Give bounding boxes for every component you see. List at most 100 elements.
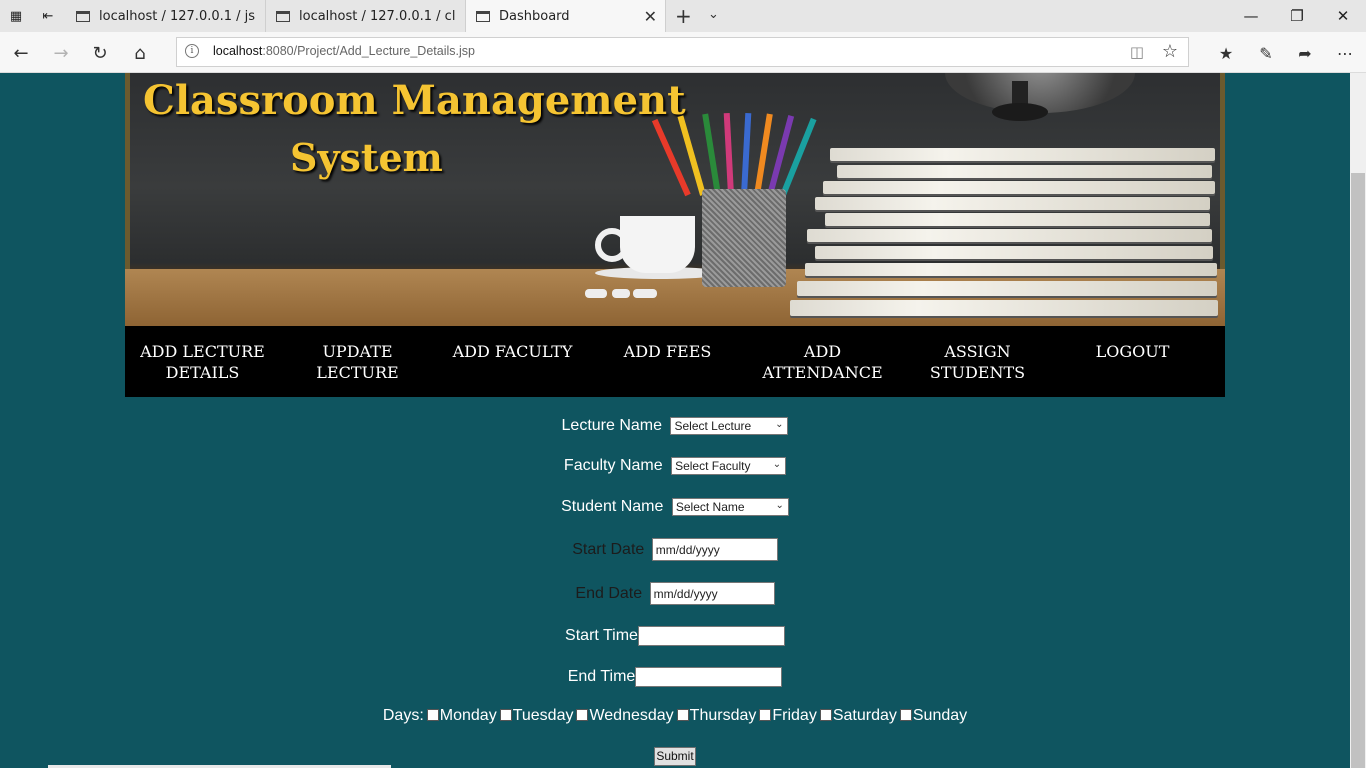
set-aside-tabs-icon[interactable]: ⇤: [38, 6, 58, 26]
wednesday-label: Wednesday: [589, 707, 674, 724]
start-date-label: Start Date: [572, 540, 645, 558]
nav-item-line1: ADD LECTURE: [140, 342, 265, 361]
chalk-graphic: [633, 289, 657, 298]
new-tab-icon[interactable]: +: [675, 4, 692, 28]
pencil-graphic: [702, 113, 721, 196]
pencil-graphic: [723, 112, 734, 196]
nav-add-attendance[interactable]: ADD ATTENDANCE: [745, 341, 900, 383]
tab-3-active[interactable]: Dashboard ✕: [466, 0, 666, 32]
end-time-input[interactable]: [635, 667, 783, 687]
start-time-label: Start Time: [565, 627, 638, 644]
page-scrollbar[interactable]: [1350, 73, 1366, 768]
pencil-cup-graphic: [702, 189, 786, 287]
back-icon[interactable]: ←: [8, 40, 34, 66]
more-icon[interactable]: ⋯: [1333, 41, 1357, 65]
coffee-cup-graphic: [620, 216, 695, 273]
book-graphic: [837, 165, 1212, 178]
tuesday-label: Tuesday: [512, 707, 574, 724]
chalk-graphic: [612, 289, 630, 298]
book-graphic: [830, 148, 1215, 161]
scrollbar-thumb[interactable]: [1351, 173, 1365, 768]
lecture-select-value: Select Lecture: [674, 419, 752, 433]
restore-icon[interactable]: ❐: [1274, 0, 1320, 32]
nav-item-line2: LECTURE: [316, 363, 399, 382]
submit-row: Submit: [0, 747, 1350, 766]
days-row: Days: Monday Tuesday Wednesday Thursday Frida…: [0, 707, 1350, 725]
book-graphic: [790, 300, 1218, 316]
main-nav: ADD LECTURE DETAILS UPDATE LECTURE ADD F…: [125, 326, 1225, 397]
lecture-label: Lecture Name: [561, 417, 663, 434]
nav-logout[interactable]: LOGOUT: [1055, 341, 1210, 362]
forward-icon[interactable]: →: [48, 40, 74, 66]
student-row: Student Name Select Name ⌄: [0, 498, 1350, 516]
reading-view-icon[interactable]: ◫: [1130, 43, 1144, 61]
tab-2[interactable]: localhost / 127.0.0.1 / class ,: [266, 0, 466, 32]
book-graphic: [805, 263, 1217, 276]
faculty-select[interactable]: Select Faculty ⌄: [671, 457, 787, 475]
student-select-value: Select Name: [675, 500, 745, 514]
book-graphic: [797, 281, 1217, 296]
nav-item-line1: ADD: [803, 342, 842, 361]
end-date-input[interactable]: mm/dd/yyyy: [649, 582, 775, 605]
start-time-row: Start Time: [0, 626, 1350, 646]
lecture-row: Lecture Name Select Lecture ⌄: [0, 417, 1350, 435]
nav-add-faculty[interactable]: ADD FACULTY: [435, 341, 590, 362]
thursday-checkbox[interactable]: [676, 709, 689, 721]
nav-add-lecture-details[interactable]: ADD LECTURE DETAILS: [125, 341, 280, 383]
lecture-select[interactable]: Select Lecture ⌄: [670, 417, 789, 435]
refresh-icon[interactable]: ↻: [87, 40, 113, 66]
nav-update-lecture[interactable]: UPDATE LECTURE: [280, 341, 435, 383]
nav-item-line2: DETAILS: [165, 363, 240, 382]
tab-actions-icon[interactable]: ▦: [6, 6, 26, 26]
address-bar[interactable]: i localhost:8080/Project/Add_Lecture_Det…: [176, 37, 1189, 67]
submit-button[interactable]: Submit: [654, 747, 696, 766]
tab-1[interactable]: localhost / 127.0.0.1 / jspstu: [66, 0, 266, 32]
favorite-star-icon[interactable]: ☆: [1162, 41, 1178, 62]
start-date-input[interactable]: mm/dd/yyyy: [651, 538, 778, 561]
chevron-down-icon: ⌄: [775, 500, 784, 511]
book-graphic: [815, 246, 1213, 259]
sunday-label: Sunday: [912, 707, 968, 724]
wednesday-checkbox[interactable]: [576, 709, 589, 721]
page-icon: [476, 10, 490, 22]
home-icon[interactable]: ⌂: [127, 40, 153, 66]
window-close-icon[interactable]: ✕: [1320, 0, 1366, 32]
end-date-row: End Date mm/dd/yyyy: [0, 582, 1350, 605]
tuesday-checkbox[interactable]: [499, 709, 512, 721]
page-icon: [76, 10, 90, 22]
saturday-checkbox[interactable]: [819, 709, 832, 721]
end-date-label: End Date: [575, 584, 643, 602]
start-time-input[interactable]: [637, 626, 785, 646]
thursday-label: Thursday: [689, 707, 757, 724]
minimize-icon[interactable]: —: [1228, 0, 1274, 32]
tab-bar: ▦ ⇤ localhost / 127.0.0.1 / jspstu local…: [0, 0, 1366, 32]
url-text[interactable]: localhost:8080/Project/Add_Lecture_Detai…: [213, 44, 475, 58]
close-icon[interactable]: ✕: [644, 7, 657, 26]
sunday-checkbox[interactable]: [899, 709, 912, 721]
book-graphic: [823, 181, 1215, 194]
chevron-down-icon: ⌄: [775, 419, 784, 430]
faculty-label: Faculty Name: [563, 457, 663, 474]
site-info-icon[interactable]: i: [185, 44, 199, 58]
nav-add-fees[interactable]: ADD FEES: [590, 341, 745, 362]
globe-stand-base: [992, 103, 1048, 121]
web-note-icon[interactable]: ✎: [1254, 41, 1278, 65]
tab-1-label: localhost / 127.0.0.1 / jspstu: [99, 8, 255, 24]
monday-checkbox[interactable]: [426, 709, 439, 721]
student-label: Student Name: [561, 498, 664, 515]
book-graphic: [807, 229, 1212, 242]
nav-item-line1: ADD FEES: [623, 342, 712, 361]
share-icon[interactable]: ➦: [1293, 41, 1317, 65]
friday-checkbox[interactable]: [759, 709, 772, 721]
favorites-hub-icon[interactable]: ★: [1214, 41, 1238, 65]
nav-assign-students[interactable]: ASSIGN STUDENTS: [900, 341, 1055, 383]
page-icon: [276, 10, 290, 22]
pencil-graphic: [741, 112, 752, 196]
faculty-select-value: Select Faculty: [675, 459, 751, 473]
saturday-label: Saturday: [832, 707, 897, 724]
student-select[interactable]: Select Name ⌄: [671, 498, 789, 516]
tab-preview-chevron-icon[interactable]: ⌄: [708, 7, 719, 22]
chalk-graphic: [585, 289, 607, 298]
friday-label: Friday: [772, 707, 817, 724]
nav-item-line1: UPDATE: [322, 342, 393, 361]
